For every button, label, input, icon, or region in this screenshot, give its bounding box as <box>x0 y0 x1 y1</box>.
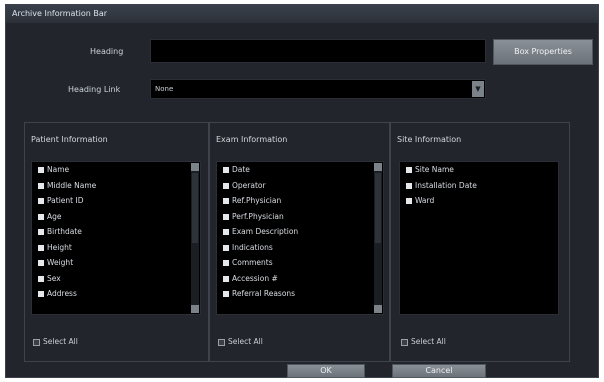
heading-label: Heading <box>90 47 124 56</box>
dialog-title: Archive Information Bar <box>6 5 598 23</box>
checkbox-icon <box>406 198 412 204</box>
chevron-down-icon[interactable]: ▼ <box>472 81 484 97</box>
list-item[interactable]: Ward <box>400 193 558 209</box>
scroll-down-icon[interactable] <box>374 305 382 313</box>
exam-information-group: Exam Information Date Operator Ref.Physi… <box>209 122 390 362</box>
list-item[interactable]: Name <box>32 162 200 178</box>
scroll-down-icon[interactable] <box>191 305 199 313</box>
checkbox-icon <box>38 244 44 251</box>
checkbox-icon <box>223 213 229 220</box>
list-item[interactable]: Operator <box>217 178 383 194</box>
checkbox-icon <box>38 260 44 266</box>
checkbox-icon <box>401 338 408 346</box>
group-title: Patient Information <box>31 135 108 144</box>
list-item[interactable]: Age <box>32 209 200 225</box>
checkbox-icon <box>38 182 44 189</box>
exam-information-list[interactable]: Date Operator Ref.Physician Perf.Physici… <box>216 161 384 315</box>
list-item[interactable]: Birthdate <box>32 224 200 240</box>
group-title: Site Information <box>397 135 462 144</box>
checkbox-icon <box>38 198 44 204</box>
list-item[interactable]: Site Name <box>400 162 558 178</box>
scroll-thumb[interactable] <box>192 173 198 243</box>
select-all-checkbox[interactable]: Select All <box>401 337 446 346</box>
checkbox-icon <box>223 182 229 189</box>
checkbox-icon <box>223 291 229 297</box>
heading-input[interactable] <box>150 39 486 63</box>
scroll-up-icon[interactable] <box>191 163 199 171</box>
checkbox-icon <box>38 291 44 297</box>
checkbox-icon <box>38 275 44 282</box>
list-item[interactable]: Height <box>32 240 200 256</box>
list-item[interactable]: Address <box>32 286 200 302</box>
checkbox-icon <box>223 260 229 266</box>
ok-button[interactable]: OK <box>287 364 365 378</box>
checkbox-icon <box>223 275 229 282</box>
site-information-list[interactable]: Site Name Installation Date Ward <box>399 161 559 315</box>
list-item[interactable]: Perf.Physician <box>217 209 383 225</box>
patient-information-list[interactable]: Name Middle Name Patient ID Age Birthdat… <box>31 161 201 315</box>
scrollbar[interactable] <box>191 163 199 313</box>
patient-information-group: Patient Information Name Middle Name Pat… <box>24 122 209 362</box>
list-item[interactable]: Exam Description <box>217 224 383 240</box>
list-item[interactable]: Sex <box>32 271 200 287</box>
checkbox-icon <box>223 244 229 251</box>
checkbox-icon <box>33 338 40 346</box>
checkbox-icon <box>406 182 412 189</box>
checkbox-icon <box>38 213 44 220</box>
list-item[interactable]: Middle Name <box>32 178 200 194</box>
scroll-thumb[interactable] <box>375 173 381 243</box>
list-item[interactable]: Date <box>217 162 383 178</box>
list-item[interactable]: Ref.Physician <box>217 193 383 209</box>
archive-information-bar-dialog: Archive Information Bar Heading Box Prop… <box>5 4 599 378</box>
select-all-checkbox[interactable]: Select All <box>218 337 263 346</box>
checkbox-icon <box>38 167 44 173</box>
scroll-up-icon[interactable] <box>374 163 382 171</box>
group-title: Exam Information <box>216 135 288 144</box>
list-item[interactable]: Referral Reasons <box>217 286 383 302</box>
checkbox-icon <box>223 229 229 235</box>
list-item[interactable]: Installation Date <box>400 178 558 194</box>
checkbox-icon <box>223 198 229 204</box>
list-item[interactable]: Patient ID <box>32 193 200 209</box>
checkbox-icon <box>38 229 44 235</box>
cancel-button[interactable]: Cancel <box>392 364 486 378</box>
list-item[interactable]: Indications <box>217 240 383 256</box>
list-item[interactable]: Accession # <box>217 271 383 287</box>
heading-link-value: None <box>155 85 174 93</box>
site-information-group: Site Information Site Name Installation … <box>390 122 570 362</box>
heading-link-label: Heading Link <box>68 85 121 94</box>
checkbox-icon <box>223 167 229 173</box>
select-all-checkbox[interactable]: Select All <box>33 337 78 346</box>
checkbox-icon <box>218 338 225 346</box>
scrollbar[interactable] <box>374 163 382 313</box>
box-properties-button[interactable]: Box Properties <box>493 39 593 65</box>
list-item[interactable]: Weight <box>32 255 200 271</box>
list-item[interactable]: Comments <box>217 255 383 271</box>
checkbox-icon <box>406 167 412 173</box>
heading-link-select[interactable]: None ▼ <box>150 79 486 99</box>
